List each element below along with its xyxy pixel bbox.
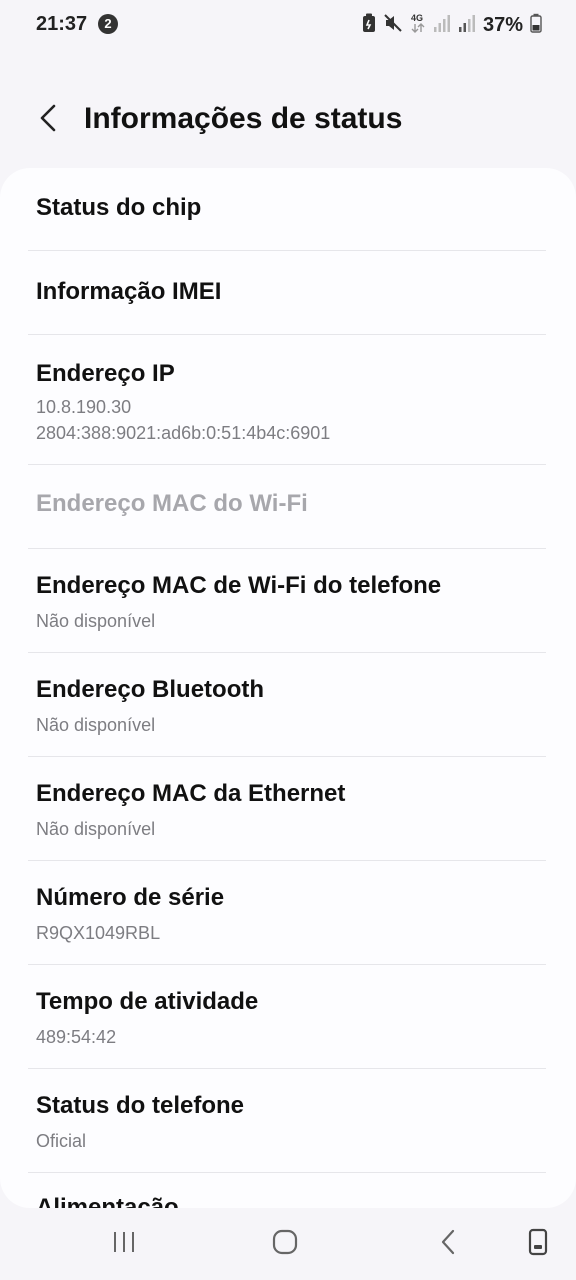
list-item-title: Status do telefone	[36, 1092, 245, 1119]
list-item-title: Informação IMEI	[36, 278, 222, 305]
app-header: Informações de status	[0, 80, 576, 160]
list-item-phone-status[interactable]: Status do telefone Oficial	[36, 1092, 546, 1154]
divider	[28, 964, 546, 965]
list-item-sim-status[interactable]: Status do chip	[36, 194, 546, 222]
list-item-phone-wifi-mac[interactable]: Endereço MAC de Wi-Fi do telefone Não di…	[36, 572, 546, 634]
list-item-subtitle: 10.8.190.30	[36, 397, 132, 417]
list-item-title: Endereço IP	[36, 360, 175, 387]
list-item-subtitle: R9QX1049RBL	[36, 923, 161, 943]
divider	[28, 548, 546, 549]
list-item-imei[interactable]: Informação IMEI	[36, 278, 546, 306]
divider	[28, 860, 546, 861]
list-item-bluetooth-address[interactable]: Endereço Bluetooth Não disponível	[36, 676, 546, 738]
battery-percent: 37%	[482, 13, 523, 36]
list-item-subtitle: Não disponível	[36, 611, 156, 631]
list-item-title: Alimentação	[36, 1194, 179, 1208]
home-icon	[271, 1228, 299, 1261]
list-item-subtitle: 489:54:42	[36, 1027, 117, 1047]
signal-icon	[458, 13, 476, 38]
list-item-title: Endereço MAC do Wi-Fi	[36, 490, 308, 517]
divider	[28, 1068, 546, 1069]
page-title: Informações de status	[84, 102, 403, 135]
list-item-power[interactable]: Alimentação	[36, 1194, 546, 1208]
list-item-wifi-mac: Endereço MAC do Wi-Fi	[36, 490, 546, 518]
navigation-bar	[0, 1208, 576, 1280]
nav-back-button[interactable]	[424, 1222, 472, 1266]
home-button[interactable]	[261, 1222, 309, 1266]
list-item-title: Endereço Bluetooth	[36, 676, 265, 703]
status-icons: 4G 37%	[362, 12, 542, 38]
list-item-title: Número de série	[36, 884, 225, 911]
list-item-title: Status do chip	[36, 194, 202, 221]
recent-apps-button[interactable]	[100, 1222, 148, 1266]
list-item-subtitle: Oficial	[36, 1131, 87, 1151]
mute-icon	[383, 13, 403, 38]
battery-saver-icon	[362, 13, 376, 38]
chevron-left-icon	[37, 103, 59, 138]
screen-pin-button[interactable]	[514, 1222, 562, 1266]
divider	[28, 334, 546, 335]
status-time: 21:37	[36, 13, 88, 35]
list-item-subtitle: Não disponível	[36, 715, 156, 735]
signal-icon	[433, 13, 451, 38]
4g-data-icon: 4G	[410, 12, 426, 39]
list-item-title: Tempo de atividade	[36, 988, 259, 1015]
divider	[28, 652, 546, 653]
notification-count-badge: 2	[98, 14, 118, 34]
list-item-ethernet-mac[interactable]: Endereço MAC da Ethernet Não disponível	[36, 780, 546, 842]
divider	[28, 464, 546, 465]
list-item-subtitle-secondary: 2804:388:9021:ad6b:0:51:4b4c:6901	[36, 423, 331, 443]
back-button[interactable]	[28, 100, 68, 140]
list-item-title: Endereço MAC da Ethernet	[36, 780, 346, 807]
list-item-uptime[interactable]: Tempo de atividade 489:54:42	[36, 988, 546, 1050]
status-bar: 21:37 2 4G 37%	[0, 0, 576, 52]
divider	[28, 1172, 546, 1173]
status-info-list: Status do chip Informação IMEI Endereço …	[0, 168, 576, 1208]
svg-text:4G: 4G	[411, 13, 423, 23]
list-item-title: Endereço MAC de Wi-Fi do telefone	[36, 572, 442, 599]
list-item-ip-address[interactable]: Endereço IP 10.8.190.30 2804:388:9021:ad…	[36, 360, 546, 446]
battery-icon	[530, 13, 542, 38]
screen-pin-icon	[527, 1228, 549, 1261]
divider	[28, 756, 546, 757]
list-item-serial-number[interactable]: Número de série R9QX1049RBL	[36, 884, 546, 946]
list-item-subtitle: Não disponível	[36, 819, 156, 839]
back-icon	[438, 1228, 458, 1261]
divider	[28, 250, 546, 251]
recent-apps-icon	[111, 1229, 137, 1260]
